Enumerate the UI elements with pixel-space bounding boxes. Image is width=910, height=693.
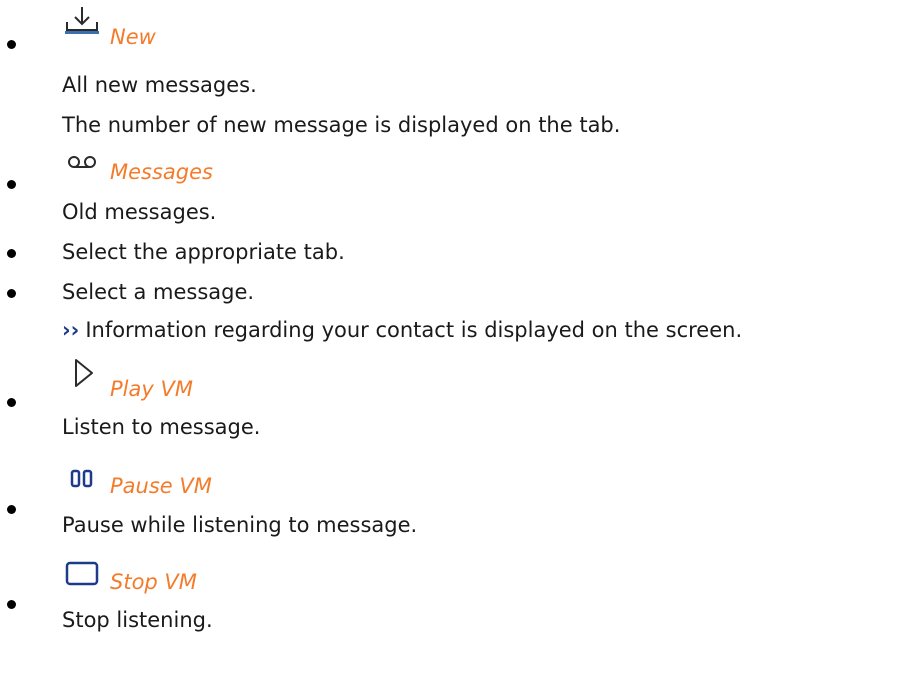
item-description: Listen to message. [62,415,261,439]
bullet [7,398,16,407]
item-description: The number of new message is displayed o… [62,113,621,137]
pause-icon [62,467,102,501]
item-description: Old messages. [62,200,217,224]
item-label: New [110,25,156,49]
result-text: Information regarding your contact is di… [85,318,743,342]
bullet [7,180,16,189]
step-result: ›› Information regarding your contact is … [62,318,742,342]
item-label: Pause VM [110,474,212,498]
download-tray-icon [62,4,102,38]
result-arrow-icon: ›› [62,318,80,342]
item-label: Stop VM [110,570,197,594]
item-description: All new messages. [62,73,257,97]
voicemail-icon [62,152,102,186]
step-text: Select the appropriate tab. [62,240,345,264]
item-description: Stop listening. [62,608,213,632]
bullet [7,600,16,609]
step-text: Select a message. [62,280,255,304]
bullet [7,40,16,49]
item-label: Messages [110,160,213,184]
stop-icon [62,558,102,592]
item-label: Play VM [110,377,193,401]
play-icon [62,356,102,390]
item-description: Pause while listening to message. [62,513,418,537]
bullet [7,505,16,514]
bullet [7,289,16,298]
bullet [7,249,16,258]
